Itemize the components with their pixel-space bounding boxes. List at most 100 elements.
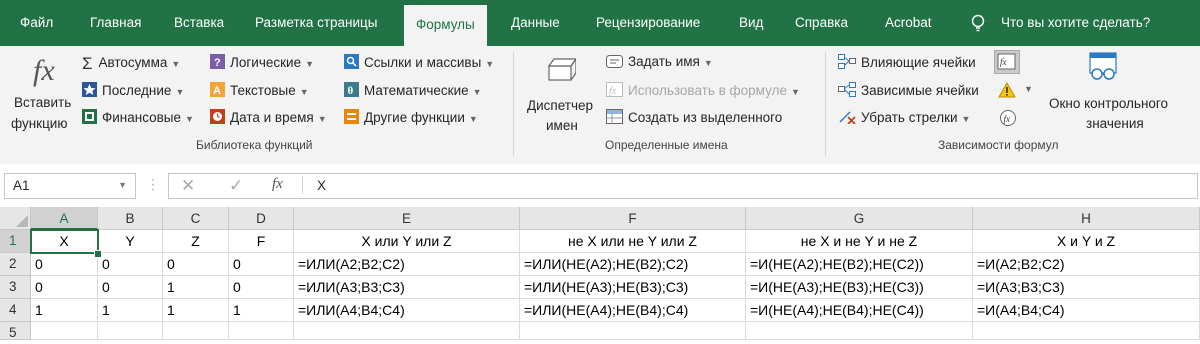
autosum-button[interactable]: Σ Автосумма ▼	[82, 54, 180, 74]
column-header-c[interactable]: C	[163, 207, 229, 230]
cell-a3[interactable]: 0	[31, 276, 98, 299]
remove-arrows-button[interactable]: Убрать стрелки ▼	[838, 109, 970, 125]
tab-view[interactable]: Вид	[739, 0, 763, 46]
cell-g2[interactable]: =И(НЕ(A2);НЕ(B2);НЕ(C2))	[746, 253, 973, 276]
column-header-d[interactable]: D	[229, 207, 294, 230]
column-header-e[interactable]: E	[294, 207, 520, 230]
group-label-auditing: Зависимости формул	[938, 138, 1059, 152]
cell-d1[interactable]: F	[229, 230, 294, 253]
column-header-h[interactable]: H	[973, 207, 1200, 230]
select-all-corner[interactable]	[0, 207, 31, 230]
column-header-g[interactable]: G	[746, 207, 973, 230]
cell-a5[interactable]	[31, 322, 98, 340]
cell-b1[interactable]: Y	[98, 230, 163, 253]
tab-insert[interactable]: Вставка	[174, 0, 224, 46]
cell-e4[interactable]: =ИЛИ(A4;B4;C4)	[294, 299, 520, 322]
show-formulas-button[interactable]: fx	[994, 50, 1020, 74]
cell-e5[interactable]	[294, 322, 520, 340]
financial-button[interactable]: Финансовые ▼	[82, 109, 194, 125]
create-from-selection-button[interactable]: Создать из выделенного	[606, 109, 782, 125]
evaluate-formula-button[interactable]: fx	[999, 109, 1017, 127]
name-box-value: A1	[13, 178, 30, 193]
cell-g5[interactable]	[746, 322, 973, 340]
math-button[interactable]: θ Математические ▼	[344, 82, 482, 98]
cell-g4[interactable]: =И(НЕ(A4);НЕ(B4);НЕ(C4))	[746, 299, 973, 322]
cell-d2[interactable]: 0	[229, 253, 294, 276]
row-header-1[interactable]: 1	[0, 230, 31, 253]
insert-function-icon[interactable]: fx	[272, 176, 283, 193]
column-header-a[interactable]: A	[31, 207, 98, 230]
tell-me-search[interactable]: Что вы хотите сделать?	[970, 0, 1170, 46]
show-formulas-icon: fx	[997, 53, 1016, 70]
cell-a4[interactable]: 1	[31, 299, 98, 322]
cell-c2[interactable]: 0	[163, 253, 229, 276]
cell-d3[interactable]: 0	[229, 276, 294, 299]
cell-f2[interactable]: =ИЛИ(НЕ(A2);НЕ(B2);C2)	[520, 253, 746, 276]
row-header-4[interactable]: 4	[0, 299, 31, 322]
cell-d5[interactable]	[229, 322, 294, 340]
cell-c5[interactable]	[163, 322, 229, 340]
cell-h3[interactable]: =И(A3;B3;C3)	[973, 276, 1200, 299]
cell-h5[interactable]	[973, 322, 1200, 340]
logical-button[interactable]: ? Логические ▼	[210, 54, 314, 70]
tab-page-layout[interactable]: Разметка страницы	[255, 0, 377, 46]
lookup-button[interactable]: Ссылки и массивы ▼	[344, 54, 494, 70]
datetime-button[interactable]: Дата и время ▼	[210, 109, 327, 125]
financial-icon	[82, 109, 97, 124]
row-header-2[interactable]: 2	[0, 253, 31, 276]
insert-function-button[interactable]: fx Вставить функцию	[6, 50, 78, 136]
cell-b2[interactable]: 0	[98, 253, 163, 276]
formula-input[interactable]: ✕ ✓ fx X	[168, 173, 1198, 199]
cell-h4[interactable]: =И(A4;B4;C4)	[973, 299, 1200, 322]
cell-h1[interactable]: X и Y и Z	[973, 230, 1200, 253]
name-manager-button[interactable]: Диспетчер имен	[522, 50, 602, 136]
cell-f4[interactable]: =ИЛИ(НЕ(A4);НЕ(B4);C4)	[520, 299, 746, 322]
cell-d4[interactable]: 1	[229, 299, 294, 322]
cell-a2[interactable]: 0	[31, 253, 98, 276]
cell-e2[interactable]: =ИЛИ(A2;B2;C2)	[294, 253, 520, 276]
trace-dependents-button[interactable]: Зависимые ячейки	[838, 82, 979, 98]
recent-button[interactable]: Последние ▼	[82, 82, 184, 98]
cell-a1[interactable]: X	[31, 230, 98, 253]
tab-data[interactable]: Данные	[511, 0, 560, 46]
enter-icon[interactable]: ✓	[229, 176, 243, 196]
tab-acrobat[interactable]: Acrobat	[885, 0, 932, 46]
cancel-icon[interactable]: ✕	[181, 176, 195, 196]
cell-c1[interactable]: Z	[163, 230, 229, 253]
trace-precedents-button[interactable]: Влияющие ячейки	[838, 54, 976, 70]
cell-b5[interactable]	[98, 322, 163, 340]
cell-h2[interactable]: =И(A2;B2;C2)	[973, 253, 1200, 276]
error-checking-button[interactable]: ▼	[998, 81, 1033, 102]
row-header-5[interactable]: 5	[0, 322, 31, 340]
fill-handle[interactable]	[94, 250, 102, 258]
cell-c3[interactable]: 1	[163, 276, 229, 299]
ribbon-tabs: Файл Главная Вставка Разметка страницы Ф…	[0, 0, 1200, 46]
text-button[interactable]: A Текстовые ▼	[210, 82, 309, 98]
column-header-b[interactable]: B	[98, 207, 163, 230]
watch-window-label-1: Окно контрольного	[1049, 96, 1169, 111]
cell-e1[interactable]: X или Y или Z	[294, 230, 520, 253]
define-name-button[interactable]: Задать имя ▼	[606, 54, 713, 69]
cell-b4[interactable]: 1	[98, 299, 163, 322]
cell-g3[interactable]: =И(НЕ(A3);НЕ(B3);НЕ(C3))	[746, 276, 973, 299]
cell-c4[interactable]: 1	[163, 299, 229, 322]
watch-window-button[interactable]: Окно контрольного значения	[1044, 48, 1168, 136]
remove-arrows-icon	[839, 111, 856, 124]
tab-formulas[interactable]: Формулы	[404, 5, 487, 46]
name-box[interactable]: A1 ▼	[4, 173, 136, 199]
cell-b3[interactable]: 0	[98, 276, 163, 299]
row-header-3[interactable]: 3	[0, 276, 31, 299]
column-header-f[interactable]: F	[520, 207, 746, 230]
cell-f5[interactable]	[520, 322, 746, 340]
cell-g1[interactable]: не X и не Y и не Z	[746, 230, 973, 253]
cell-f1[interactable]: не X или не Y или Z	[520, 230, 746, 253]
tab-review[interactable]: Рецензирование	[596, 0, 700, 46]
use-in-formula-button[interactable]: fx Использовать в формуле ▼	[606, 82, 800, 98]
cell-f3[interactable]: =ИЛИ(НЕ(A3);НЕ(B3);C3)	[520, 276, 746, 299]
tab-file[interactable]: Файл	[20, 0, 53, 46]
more-functions-button[interactable]: Другие функции ▼	[344, 109, 478, 125]
tab-help[interactable]: Справка	[795, 0, 848, 46]
tab-home[interactable]: Главная	[90, 0, 141, 46]
cell-e3[interactable]: =ИЛИ(A3;B3;C3)	[294, 276, 520, 299]
svg-text:A: A	[213, 85, 221, 97]
